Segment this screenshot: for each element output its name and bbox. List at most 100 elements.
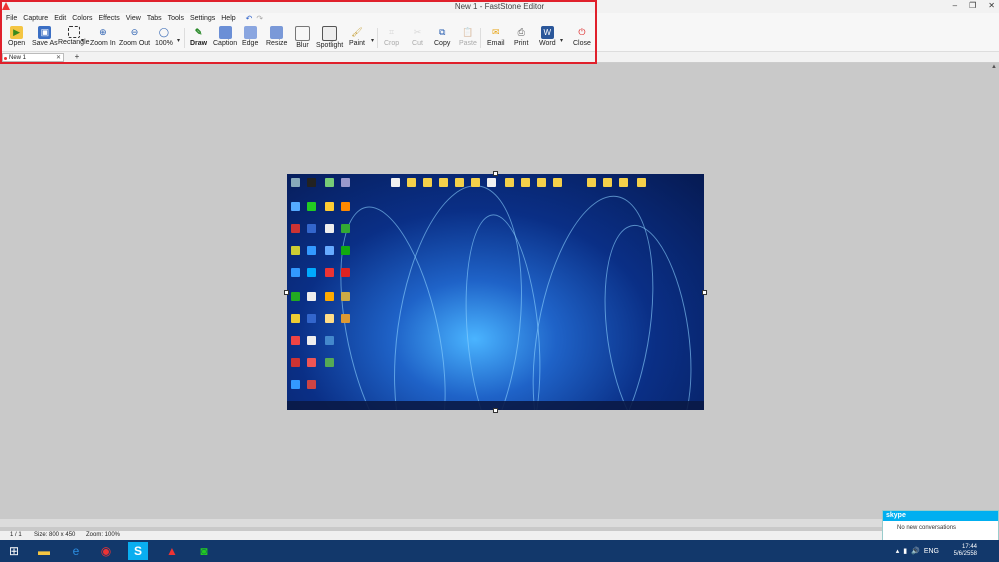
close-power-icon: ⏻ bbox=[578, 27, 586, 37]
rectangle-button[interactable]: Rectangle bbox=[58, 26, 90, 46]
desktop-icon bbox=[341, 202, 350, 211]
skype-notification[interactable]: skype No new conversations bbox=[882, 510, 999, 542]
line-app-icon[interactable]: ◙ bbox=[194, 542, 214, 560]
edge-icon bbox=[243, 26, 257, 39]
word-dropdown-icon[interactable]: ▾ bbox=[560, 37, 563, 44]
zoom-level: Zoom: 100% bbox=[86, 532, 121, 538]
file-explorer-icon[interactable]: ▬ bbox=[34, 542, 54, 560]
copy-button[interactable]: ⧉ Copy bbox=[434, 26, 450, 47]
tab-new-1[interactable]: New 1 ✕ bbox=[2, 53, 64, 62]
toolbar: ▶ Open ▣ Save As Rectangle ▾ ⊕ Zoom In ⊖ Zoo… bbox=[0, 24, 999, 52]
desktop-icon bbox=[307, 380, 316, 389]
desktop-icon bbox=[325, 336, 334, 345]
caption-button[interactable]: Caption bbox=[213, 26, 237, 47]
save-as-button[interactable]: ▣ Save As bbox=[32, 26, 58, 47]
desktop-icon bbox=[407, 178, 416, 187]
desktop-icon bbox=[325, 178, 334, 187]
scroll-up-icon[interactable]: ▲ bbox=[991, 64, 997, 70]
crop-button[interactable]: ⌗ Crop bbox=[384, 26, 399, 47]
paint-button[interactable]: 🖌 Paint bbox=[349, 26, 365, 47]
menu-settings[interactable]: Settings bbox=[190, 15, 215, 22]
rectangle-dropdown-icon[interactable]: ▾ bbox=[81, 37, 84, 44]
paint-dropdown-icon[interactable]: ▾ bbox=[371, 37, 374, 44]
close-window-icon[interactable]: ✕ bbox=[988, 1, 995, 10]
internet-explorer-icon[interactable]: e bbox=[66, 542, 86, 560]
resize-button[interactable]: Resize bbox=[266, 26, 287, 47]
desktop-icon bbox=[291, 246, 300, 255]
desktop-icon bbox=[471, 178, 480, 187]
zoom-out-icon: ⊖ bbox=[130, 27, 139, 37]
add-tab-icon[interactable]: + bbox=[72, 53, 82, 62]
zoom-dropdown-icon[interactable]: ▾ bbox=[177, 37, 180, 44]
skype-icon[interactable]: S bbox=[128, 542, 148, 560]
menu-edit[interactable]: Edit bbox=[54, 15, 66, 22]
window-title: New 1 - FastStone Editor bbox=[454, 2, 545, 11]
start-windows-icon[interactable]: ⊞ bbox=[4, 542, 24, 560]
desktop-icon bbox=[291, 336, 300, 345]
toolbar-separator bbox=[480, 28, 481, 48]
paste-button[interactable]: 📋 Paste bbox=[459, 26, 477, 47]
system-tray: ▴ ▮ 🔊 ENG bbox=[896, 540, 999, 562]
desktop-icon bbox=[439, 178, 448, 187]
resize-handle[interactable] bbox=[493, 171, 498, 176]
minimize-icon[interactable]: – bbox=[953, 1, 957, 10]
spotlight-button[interactable]: Spotlight bbox=[316, 26, 343, 49]
tab-close-icon[interactable]: ✕ bbox=[56, 54, 61, 63]
tray-arrow-icon[interactable]: ▴ bbox=[896, 547, 900, 555]
faststone-icon[interactable]: ▲ bbox=[162, 542, 182, 560]
system-clock[interactable]: 17:44 5/6/2558 bbox=[954, 544, 977, 558]
cut-button[interactable]: ✂ Cut bbox=[411, 26, 424, 47]
restore-icon[interactable]: ❐ bbox=[969, 1, 976, 10]
desktop-icon bbox=[537, 178, 546, 187]
desktop-icon bbox=[307, 336, 316, 345]
blur-icon bbox=[295, 26, 310, 41]
desktop-icon bbox=[455, 178, 464, 187]
zoom-out-button[interactable]: ⊖ Zoom Out bbox=[119, 26, 150, 47]
image-canvas[interactable] bbox=[287, 174, 704, 410]
menu-view[interactable]: View bbox=[126, 15, 141, 22]
menu-tabs[interactable]: Tabs bbox=[147, 15, 162, 22]
undo-icon[interactable]: ↶ bbox=[246, 14, 253, 23]
desktop-icon bbox=[341, 224, 350, 233]
menu-help[interactable]: Help bbox=[221, 15, 235, 22]
desktop-icon bbox=[423, 178, 432, 187]
zoom-in-button[interactable]: ⊕ Zoom In bbox=[90, 26, 116, 47]
zoom-100-button[interactable]: ◯ 100% bbox=[155, 26, 173, 47]
desktop-icon bbox=[341, 268, 350, 277]
draw-button[interactable]: ✎ Draw bbox=[190, 26, 207, 47]
menu-file[interactable]: File bbox=[6, 15, 17, 22]
menu-capture[interactable]: Capture bbox=[23, 15, 48, 22]
word-button[interactable]: W Word bbox=[539, 26, 556, 47]
close-button[interactable]: ⏻ Close bbox=[573, 26, 591, 47]
horizontal-scrollbar[interactable] bbox=[0, 519, 999, 527]
cut-icon: ✂ bbox=[413, 27, 422, 37]
resize-handle[interactable] bbox=[702, 290, 707, 295]
email-button[interactable]: ✉ Email bbox=[487, 26, 505, 47]
language-indicator[interactable]: ENG bbox=[924, 548, 939, 555]
resize-handle[interactable] bbox=[284, 290, 289, 295]
save-icon: ▣ bbox=[38, 26, 52, 39]
menu-effects[interactable]: Effects bbox=[98, 15, 119, 22]
caption-icon bbox=[218, 26, 232, 39]
chrome-icon[interactable]: ◉ bbox=[96, 542, 116, 560]
open-button[interactable]: ▶ Open bbox=[8, 26, 25, 47]
desktop-icon bbox=[587, 178, 596, 187]
windows-taskbar: ⊞ ▬ e ◉ S ▲ ◙ ▴ ▮ 🔊 ENG 17:44 5/6/2558 bbox=[0, 540, 999, 562]
menu-colors[interactable]: Colors bbox=[72, 15, 92, 22]
redo-icon[interactable]: ↷ bbox=[256, 14, 263, 23]
edge-button[interactable]: Edge bbox=[242, 26, 258, 47]
resize-handle[interactable] bbox=[493, 408, 498, 413]
print-button[interactable]: ⎙ Print bbox=[514, 26, 528, 47]
menu-tools[interactable]: Tools bbox=[168, 15, 184, 22]
page-indicator: 1 / 1 bbox=[10, 532, 22, 538]
network-icon[interactable]: ▮ bbox=[903, 547, 907, 555]
blur-button[interactable]: Blur bbox=[295, 26, 310, 49]
volume-icon[interactable]: 🔊 bbox=[911, 547, 920, 555]
desktop-icon bbox=[341, 314, 350, 323]
desktop-icon bbox=[307, 246, 316, 255]
desktop-icon bbox=[391, 178, 400, 187]
desktop-icon bbox=[325, 224, 334, 233]
desktop-icon bbox=[521, 178, 530, 187]
desktop-icon bbox=[341, 178, 350, 187]
word-icon: W bbox=[540, 26, 554, 39]
